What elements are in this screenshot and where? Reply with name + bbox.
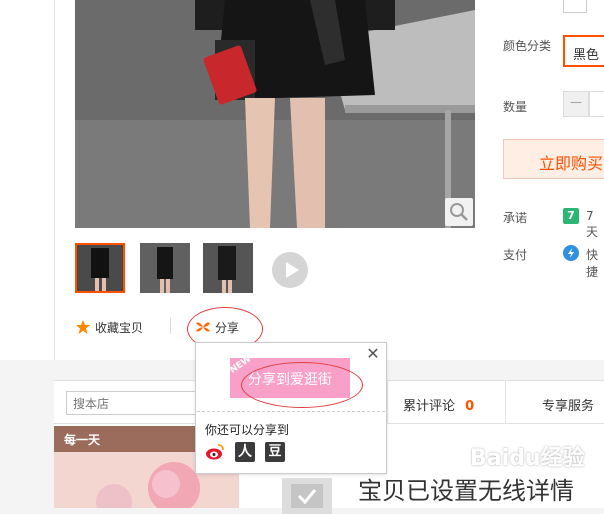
favorite-label: 收藏宝贝	[95, 320, 144, 335]
daily-title: 每一天	[64, 433, 101, 447]
quantity-input[interactable]	[589, 91, 604, 117]
seven-day-return-icon: 7	[563, 208, 579, 224]
quantity-decrease-button[interactable]: —	[563, 91, 589, 117]
tab-separator	[505, 380, 506, 424]
favorite-button[interactable]: 收藏宝贝	[75, 318, 143, 336]
color-option-label: 黑色	[573, 48, 600, 63]
thumbnail-1[interactable]	[75, 243, 125, 293]
magnifier-icon	[450, 203, 468, 221]
tab-exclusive-service[interactable]: 专享服务	[542, 395, 594, 414]
wireless-detail-notice: 宝贝已设置无线详情	[358, 477, 574, 505]
popup-divider	[197, 411, 385, 412]
reviews-label: 累计评论	[403, 399, 456, 414]
thumbnail-2[interactable]	[140, 243, 190, 293]
payment-label: 支付	[503, 248, 528, 262]
panel-divider	[54, 0, 55, 360]
color-label: 颜色分类	[503, 39, 552, 53]
video-play-button[interactable]	[272, 252, 308, 288]
top-control[interactable]	[563, 0, 587, 13]
thumbnail-3[interactable]	[203, 243, 253, 293]
quick-pay-icon	[563, 245, 579, 261]
buy-now-button[interactable]: 立即购买	[503, 139, 604, 179]
tab-reviews[interactable]: 累计评论 0	[403, 395, 474, 414]
minus-icon: —	[570, 95, 582, 109]
buy-now-label: 立即购买	[539, 154, 604, 173]
zoom-button[interactable]	[445, 198, 473, 226]
payment-value[interactable]: 快捷	[586, 246, 604, 280]
action-divider	[170, 318, 171, 334]
color-option-black[interactable]: 黑色	[563, 35, 604, 67]
store-search-input[interactable]	[71, 393, 195, 415]
tab-separator	[387, 380, 388, 424]
watermark: Baidu经验	[470, 446, 585, 471]
douban-icon[interactable]: 豆	[265, 442, 285, 462]
weibo-icon[interactable]	[205, 442, 225, 462]
wireless-placeholder-icon	[282, 478, 332, 514]
reviews-count: 0	[465, 399, 475, 414]
renren-icon[interactable]: 人	[235, 442, 255, 462]
annotation-circle-aiguangjie	[241, 362, 363, 408]
share-more-label: 你还可以分享到	[205, 423, 290, 437]
store-search-box[interactable]	[66, 391, 206, 415]
close-icon[interactable]: ✕	[363, 344, 383, 363]
play-icon	[286, 262, 299, 278]
promise-label: 承诺	[503, 211, 528, 225]
quantity-label: 数量	[503, 100, 528, 114]
star-icon	[76, 320, 90, 334]
promise-value[interactable]: 7天	[586, 209, 604, 240]
product-main-image[interactable]	[75, 0, 475, 228]
